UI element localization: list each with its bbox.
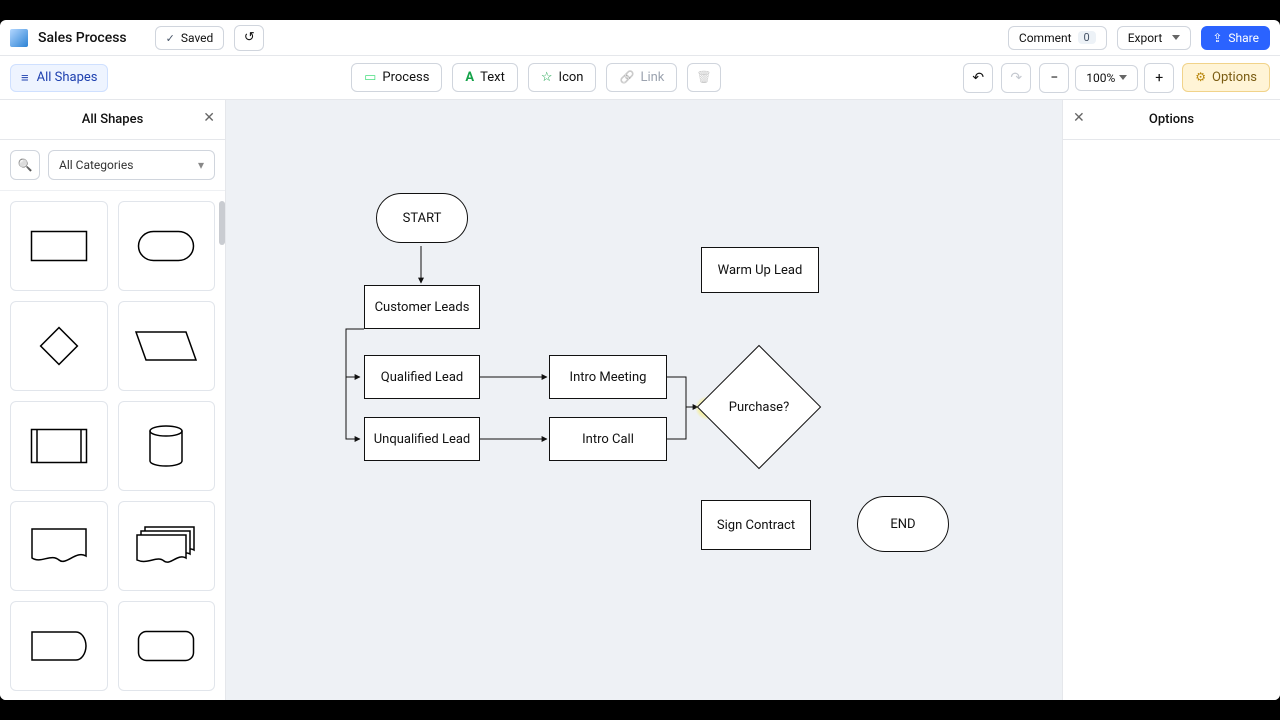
redo-button: ↷ bbox=[1001, 63, 1031, 93]
options-panel-title: Options bbox=[1149, 112, 1194, 127]
node-label: Sign Contract bbox=[717, 518, 795, 533]
options-panel: ✕ Options bbox=[1062, 100, 1280, 700]
shapes-panel: All Shapes ✕ All Categories bbox=[0, 100, 226, 700]
shapes-panel-close[interactable]: ✕ bbox=[203, 110, 215, 126]
shape-document[interactable] bbox=[10, 501, 108, 591]
saved-status: Saved bbox=[155, 26, 225, 50]
export-button[interactable]: Export bbox=[1117, 26, 1192, 50]
node-end[interactable]: END bbox=[857, 496, 949, 552]
export-label: Export bbox=[1128, 31, 1163, 45]
zoom-select[interactable]: 100% bbox=[1075, 65, 1138, 91]
node-label: Intro Meeting bbox=[570, 370, 647, 385]
node-qualified[interactable]: Qualified Lead bbox=[364, 355, 480, 399]
zoom-value: 100% bbox=[1086, 71, 1115, 85]
node-leads[interactable]: Customer Leads bbox=[364, 285, 480, 329]
link-icon bbox=[619, 70, 634, 85]
text-icon bbox=[465, 70, 474, 85]
node-purchase[interactable]: Purchase? bbox=[699, 347, 819, 467]
tool-link-label: Link bbox=[640, 70, 664, 85]
shapes-panel-title: All Shapes bbox=[82, 112, 144, 127]
comment-label: Comment bbox=[1019, 31, 1072, 45]
trash-icon bbox=[696, 70, 711, 85]
node-unqualified[interactable]: Unqualified Lead bbox=[364, 417, 480, 461]
shape-grid bbox=[0, 191, 225, 700]
process-icon bbox=[364, 70, 376, 85]
comment-count: 0 bbox=[1078, 31, 1096, 44]
all-shapes-toggle[interactable]: All Shapes bbox=[10, 64, 108, 92]
node-label: Unqualified Lead bbox=[374, 432, 471, 447]
chevron-down-icon bbox=[198, 158, 204, 172]
shapes-search-button[interactable] bbox=[10, 150, 40, 180]
node-label: Warm Up Lead bbox=[718, 263, 803, 278]
node-start[interactable]: START bbox=[376, 193, 468, 243]
tool-link: Link bbox=[606, 63, 677, 92]
hamburger-icon bbox=[21, 70, 29, 86]
share-label: Share bbox=[1228, 31, 1259, 45]
node-meeting[interactable]: Intro Meeting bbox=[549, 355, 667, 399]
share-button[interactable]: Share bbox=[1201, 26, 1270, 50]
node-label: Purchase? bbox=[729, 400, 789, 415]
saved-label: Saved bbox=[181, 31, 213, 45]
node-label: Intro Call bbox=[582, 432, 634, 447]
node-call[interactable]: Intro Call bbox=[549, 417, 667, 461]
share-icon bbox=[1212, 31, 1222, 45]
node-sign[interactable]: Sign Contract bbox=[701, 500, 811, 550]
canvas[interactable]: START Customer Leads Qualified Lead Unqu… bbox=[226, 100, 1062, 700]
node-label: START bbox=[403, 211, 442, 226]
node-warmup[interactable]: Warm Up Lead bbox=[701, 247, 819, 293]
shape-process[interactable] bbox=[10, 201, 108, 291]
options-toggle-label: Options bbox=[1212, 70, 1257, 85]
document-title[interactable]: Sales Process bbox=[38, 30, 127, 46]
shape-multidocument[interactable] bbox=[118, 501, 216, 591]
undo-button[interactable]: ↶ bbox=[963, 63, 993, 93]
shape-rounded[interactable] bbox=[118, 601, 216, 691]
comment-button[interactable]: Comment 0 bbox=[1008, 26, 1107, 50]
shape-terminator[interactable] bbox=[118, 201, 216, 291]
options-toggle[interactable]: Options bbox=[1182, 63, 1270, 92]
shape-card[interactable] bbox=[10, 601, 108, 691]
zoom-out-button[interactable]: − bbox=[1039, 63, 1069, 93]
category-select[interactable]: All Categories bbox=[48, 150, 215, 180]
options-panel-close[interactable]: ✕ bbox=[1073, 110, 1085, 126]
tool-icon-label: Icon bbox=[559, 70, 584, 85]
app-logo bbox=[10, 29, 28, 47]
category-label: All Categories bbox=[59, 158, 133, 172]
settings-icon bbox=[1195, 70, 1206, 85]
shape-data[interactable] bbox=[118, 301, 216, 391]
all-shapes-label: All Shapes bbox=[37, 70, 98, 85]
shape-predefined[interactable] bbox=[10, 401, 108, 491]
star-icon bbox=[541, 70, 553, 85]
tool-text-label: Text bbox=[480, 70, 505, 85]
zoom-in-button[interactable]: + bbox=[1144, 63, 1174, 93]
tool-icon[interactable]: Icon bbox=[528, 63, 597, 92]
shape-decision[interactable] bbox=[10, 301, 108, 391]
tool-delete bbox=[687, 63, 720, 92]
check-icon bbox=[166, 31, 175, 45]
history-button[interactable]: ↺ bbox=[234, 25, 264, 51]
shape-database[interactable] bbox=[118, 401, 216, 491]
tool-text[interactable]: Text bbox=[452, 63, 517, 92]
scrollbar-thumb[interactable] bbox=[219, 201, 225, 245]
node-label: Qualified Lead bbox=[381, 370, 463, 385]
tool-process-label: Process bbox=[382, 70, 429, 85]
tool-process[interactable]: Process bbox=[351, 63, 442, 92]
node-label: END bbox=[890, 517, 915, 532]
node-label: Customer Leads bbox=[375, 300, 470, 315]
